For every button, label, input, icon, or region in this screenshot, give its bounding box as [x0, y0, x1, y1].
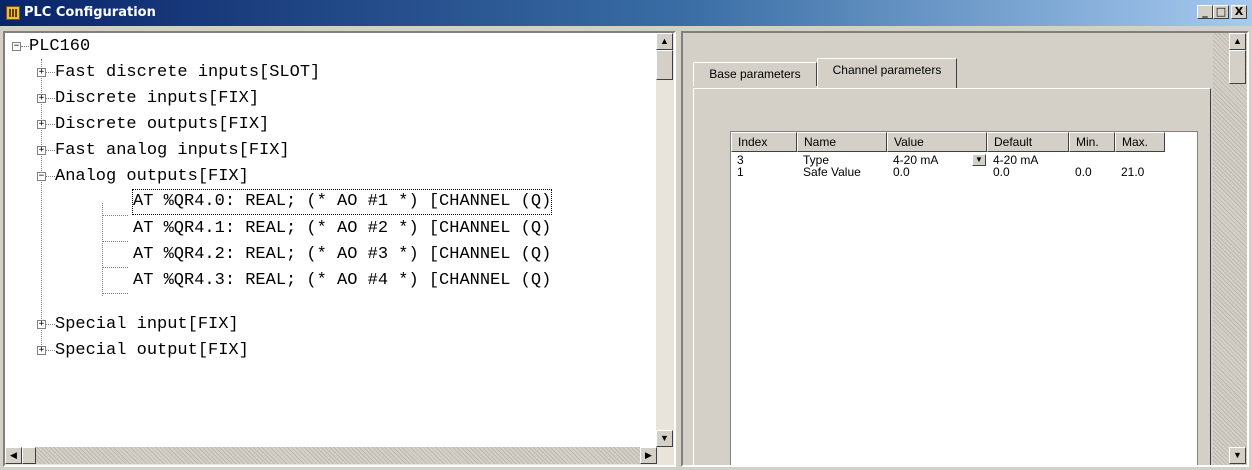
parameters-scrollbar[interactable]: ▲ ▼ [1213, 33, 1247, 465]
tree-connector [46, 150, 55, 151]
collapse-icon[interactable]: − [12, 42, 21, 51]
tree-connector [46, 324, 55, 325]
cell-min: 0.0 [1075, 165, 1092, 179]
tree-item-channel-qr4-0[interactable]: AT %QR4.0: REAL; (* AO #1 *) [CHANNEL (Q… [131, 189, 553, 215]
parameters-grid[interactable]: Index Name Value Default Min. Max. 3 Typ… [730, 131, 1198, 465]
cell-max: 21.0 [1121, 165, 1145, 179]
tree-item-analog-outputs[interactable]: Analog outputs[FIX] [55, 164, 249, 190]
tree-connector [102, 241, 128, 242]
scroll-thumb[interactable] [22, 447, 36, 464]
tree-item-fast-discrete-inputs[interactable]: Fast discrete inputs[SLOT] [55, 60, 320, 86]
tree-item-discrete-outputs[interactable]: Discrete outputs[FIX] [55, 112, 269, 138]
column-header-min[interactable]: Min. [1069, 132, 1115, 152]
tree-connector [46, 72, 55, 73]
tree-horizontal-scrollbar[interactable]: ◀ ▶ [5, 447, 674, 465]
plc-app-icon [6, 6, 20, 20]
tree-connector [46, 176, 55, 177]
tree-connector [21, 46, 29, 47]
scroll-up-arrow-icon[interactable]: ▲ [656, 33, 673, 50]
window-title: PLC Configuration [24, 5, 156, 20]
expand-icon[interactable]: + [37, 68, 46, 77]
cell-default: 0.0 [993, 165, 1010, 179]
expand-icon[interactable]: + [37, 94, 46, 103]
tree-item-channel-qr4-1[interactable]: AT %QR4.1: REAL; (* AO #2 *) [CHANNEL (Q… [133, 216, 551, 242]
cell-name: Safe Value [803, 165, 861, 179]
tree-vertical-scrollbar[interactable]: ▲ ▼ [656, 33, 674, 447]
cell-index: 1 [737, 165, 744, 179]
scroll-down-arrow-icon[interactable]: ▼ [1229, 447, 1246, 464]
tree-item-channel-qr4-2[interactable]: AT %QR4.2: REAL; (* AO #3 *) [CHANNEL (Q… [133, 242, 551, 268]
tree-connector [102, 267, 128, 268]
collapse-icon[interactable]: − [37, 172, 46, 181]
tree-item-special-input[interactable]: Special input[FIX] [55, 312, 239, 338]
tree-connector [46, 124, 55, 125]
column-header-default[interactable]: Default [987, 132, 1069, 152]
cell-value[interactable]: 0.0 [893, 166, 910, 178]
close-button[interactable]: X [1231, 5, 1247, 19]
scroll-left-arrow-icon[interactable]: ◀ [5, 447, 22, 464]
column-header-index[interactable]: Index [731, 132, 797, 152]
tree-root-plc160[interactable]: PLC160 [29, 34, 90, 60]
expand-icon[interactable]: + [37, 120, 46, 129]
scroll-right-arrow-icon[interactable]: ▶ [640, 447, 657, 464]
scroll-thumb[interactable] [656, 50, 673, 80]
expand-icon[interactable]: + [37, 320, 46, 329]
expand-icon[interactable]: + [37, 346, 46, 355]
column-header-max[interactable]: Max. [1115, 132, 1165, 152]
scroll-thumb[interactable] [1229, 50, 1246, 84]
tree-connector [102, 215, 128, 216]
dropdown-arrow-icon[interactable]: ▼ [972, 154, 986, 166]
tree-connector [46, 350, 55, 351]
maximize-button[interactable]: □ [1213, 5, 1229, 19]
tree-item-channel-qr4-3[interactable]: AT %QR4.3: REAL; (* AO #4 *) [CHANNEL (Q… [133, 268, 551, 294]
tab-channel-parameters[interactable]: Channel parameters [817, 58, 957, 88]
scroll-track[interactable] [1213, 33, 1247, 465]
tree-item-special-output[interactable]: Special output[FIX] [55, 338, 249, 364]
tree-connector [102, 293, 128, 294]
scroll-down-arrow-icon[interactable]: ▼ [656, 430, 673, 447]
scroll-track[interactable] [36, 447, 640, 464]
scroll-up-arrow-icon[interactable]: ▲ [1229, 33, 1246, 50]
title-bar: PLC Configuration _ □ X [0, 0, 1252, 26]
column-header-value[interactable]: Value [887, 132, 987, 152]
tab-base-parameters[interactable]: Base parameters [693, 62, 817, 86]
configuration-tree[interactable]: − PLC160 + Fast discrete inputs[SLOT] + … [3, 31, 676, 467]
parameters-pane: Base parameters Channel parameters Index… [681, 31, 1249, 467]
tree-item-discrete-inputs[interactable]: Discrete inputs[FIX] [55, 86, 259, 112]
column-header-name[interactable]: Name [797, 132, 887, 152]
minimize-button[interactable]: _ [1197, 5, 1213, 19]
tree-connector [102, 203, 103, 296]
tree-item-fast-analog-inputs[interactable]: Fast analog inputs[FIX] [55, 138, 290, 164]
tree-connector [46, 98, 55, 99]
expand-icon[interactable]: + [37, 146, 46, 155]
